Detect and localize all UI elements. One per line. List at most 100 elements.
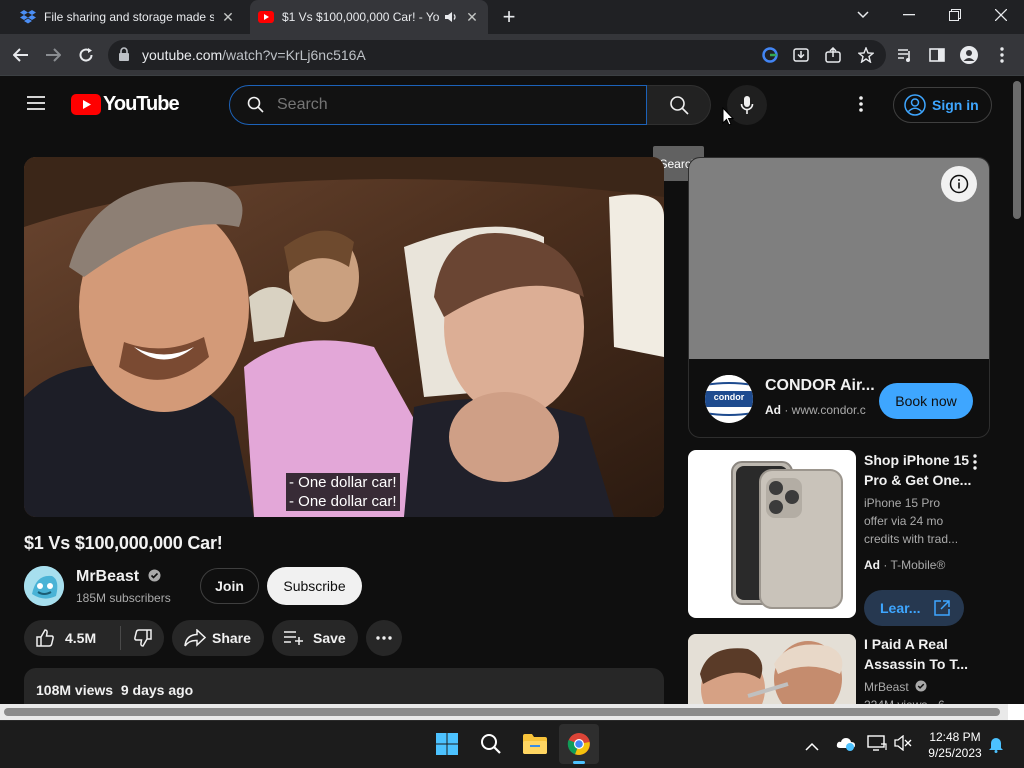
iphone-ad-thumbnail[interactable] — [688, 450, 856, 618]
ad-subline: Ad · www.condor.c — [765, 403, 866, 417]
new-tab-button[interactable]: + — [497, 6, 521, 28]
install-app-icon[interactable] — [788, 42, 814, 68]
search-button[interactable] — [647, 85, 711, 125]
side-panel-icon[interactable] — [924, 42, 950, 68]
url-host: youtube.com — [142, 47, 223, 63]
horizontal-scroll-thumb[interactable] — [4, 708, 1000, 716]
tab-search-icon[interactable] — [840, 0, 886, 30]
desc-line: iPhone 15 Pro — [864, 496, 941, 510]
view-count: 108M views — [36, 682, 114, 698]
channel-name-text: MrBeast — [76, 568, 140, 585]
ad-info-button[interactable] — [941, 166, 977, 202]
speaker-icon[interactable] — [444, 11, 458, 23]
back-button[interactable] — [8, 42, 34, 68]
reload-button[interactable] — [73, 42, 99, 68]
share-page-icon[interactable] — [820, 42, 846, 68]
related-description: iPhone 15 Pro offer via 24 mo credits wi… — [864, 494, 958, 548]
lock-icon[interactable] — [118, 47, 130, 66]
save-playlist-icon — [284, 631, 303, 645]
related-title[interactable]: I Paid A Real Assassin To T... — [864, 634, 968, 674]
related-title-line: Pro & Get One... — [864, 472, 972, 488]
related-channel[interactable]: MrBeast — [864, 678, 927, 696]
search-icon — [669, 96, 689, 115]
notification-bell-icon[interactable] — [988, 735, 1004, 758]
microphone-icon — [740, 96, 754, 114]
google-lens-icon[interactable] — [757, 42, 783, 68]
scroll-corner — [1008, 704, 1024, 720]
advertiser: T-Mobile® — [890, 558, 946, 572]
url-text[interactable]: youtube.com/watch?v=KrLj6nc516A — [142, 47, 366, 63]
learn-more-label: Lear... — [880, 600, 921, 616]
video-player[interactable] — [24, 157, 664, 517]
settings-menu-icon[interactable] — [859, 96, 863, 117]
related-ad-line: Ad · T-Mobile® — [864, 558, 946, 572]
url-path: /watch?v=KrLj6nc516A — [222, 47, 366, 63]
youtube-logo[interactable]: YouTube — [71, 93, 180, 116]
subscribe-button[interactable]: Subscribe — [267, 567, 362, 605]
like-button[interactable]: 4.5M — [24, 620, 120, 656]
restore-button[interactable] — [932, 0, 978, 30]
tab-dropbox[interactable]: File sharing and storage made sir ✕ — [12, 0, 244, 34]
learn-more-button[interactable]: Lear... — [864, 590, 964, 626]
more-actions-button[interactable] — [366, 620, 402, 656]
chrome-menu-icon[interactable] — [989, 42, 1015, 68]
book-now-button[interactable]: Book now — [879, 383, 973, 419]
mouse-cursor — [722, 106, 735, 131]
onedrive-icon[interactable] — [836, 735, 856, 756]
active-app-indicator — [573, 761, 585, 764]
start-button[interactable] — [427, 724, 467, 764]
dislike-button[interactable] — [121, 620, 164, 656]
video-title: $1 Vs $100,000,000 Car! — [24, 533, 223, 553]
tab-strip: File sharing and storage made sir ✕ $1 V… — [0, 0, 1024, 34]
related-title[interactable]: Shop iPhone 15 Pro & Get One... — [864, 450, 971, 490]
close-tab-icon[interactable]: ✕ — [464, 9, 480, 25]
verified-icon — [915, 680, 927, 692]
channel-name[interactable]: MrBeast — [76, 568, 161, 586]
join-button[interactable]: Join — [200, 568, 259, 604]
vertical-scroll-thumb[interactable] — [1013, 81, 1021, 219]
related-title-line: I Paid A Real — [864, 636, 948, 652]
media-controls-icon[interactable] — [892, 42, 918, 68]
forward-button[interactable] — [40, 42, 66, 68]
close-window-button[interactable] — [978, 0, 1024, 30]
caption-line: - One dollar car! — [289, 493, 397, 510]
file-explorer-button[interactable] — [515, 724, 555, 764]
search-icon — [247, 96, 264, 118]
volume-muted-icon[interactable] — [894, 734, 912, 756]
clock-date: 9/25/2023 — [928, 746, 982, 760]
search-icon — [481, 734, 501, 754]
network-icon[interactable] — [867, 735, 887, 756]
upload-age: 9 days ago — [120, 682, 194, 698]
tab-youtube[interactable]: $1 Vs $100,000,000 Car! - You ✕ — [250, 0, 488, 34]
more-options-icon[interactable] — [973, 454, 977, 475]
related-title-line: Assassin To T... — [864, 656, 968, 672]
minimize-button[interactable] — [886, 0, 932, 30]
condor-logo[interactable]: condor — [705, 375, 753, 423]
menu-icon[interactable] — [26, 95, 46, 115]
dropbox-icon — [20, 9, 36, 25]
ad-title[interactable]: CONDOR Air... — [765, 377, 875, 395]
profile-icon[interactable] — [956, 42, 982, 68]
show-hidden-icons-button[interactable] — [805, 738, 819, 756]
youtube-logo-text: YouTube — [103, 93, 180, 115]
ad-domain: www.condor.c — [791, 403, 866, 417]
account-icon — [904, 94, 926, 116]
tab-title: $1 Vs $100,000,000 Car! - You — [282, 10, 440, 24]
close-tab-icon[interactable]: ✕ — [220, 9, 236, 25]
taskbar-search-button[interactable] — [471, 724, 511, 764]
system-clock[interactable]: 12:48 PM 9/25/2023 — [920, 729, 990, 761]
info-icon — [949, 174, 969, 194]
save-label: Save — [313, 630, 346, 646]
bookmark-star-icon[interactable] — [853, 42, 879, 68]
tab-title: File sharing and storage made sir — [44, 10, 214, 24]
chrome-icon — [567, 733, 590, 755]
chrome-taskbar-button[interactable] — [559, 724, 599, 764]
save-button[interactable]: Save — [272, 620, 358, 656]
clock-time: 12:48 PM — [929, 730, 981, 744]
channel-avatar[interactable] — [24, 566, 64, 606]
search-input[interactable] — [277, 94, 637, 116]
share-button[interactable]: Share — [172, 620, 264, 656]
youtube-icon — [258, 9, 274, 25]
youtube-logo-icon — [71, 94, 101, 115]
sign-in-button[interactable]: Sign in — [893, 87, 992, 123]
